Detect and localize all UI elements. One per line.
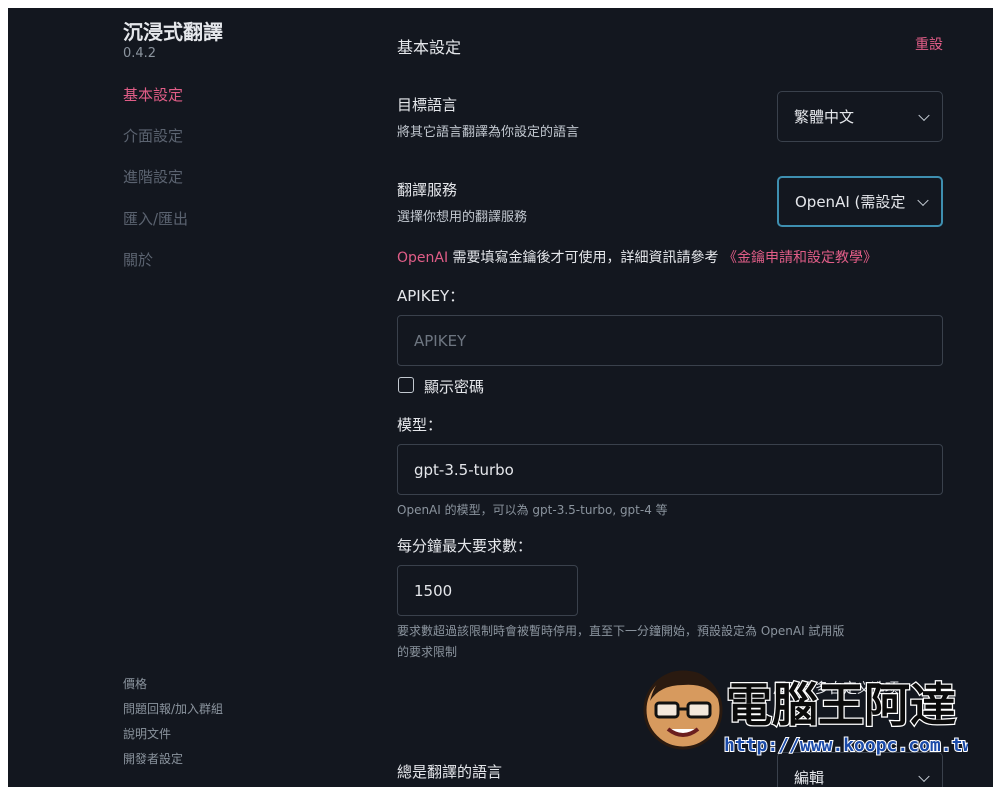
- footer-link-pricing[interactable]: 價格: [123, 675, 147, 692]
- watermark-url: http://www.koopc.com.tw: [724, 735, 968, 756]
- translation-service-select[interactable]: OpenAI (需設定: [777, 176, 943, 227]
- target-language-label: 目標語言: [397, 96, 458, 114]
- app-version: 0.4.2: [123, 46, 157, 61]
- model-input[interactable]: gpt-3.5-turbo: [397, 444, 943, 495]
- chevron-down-icon: [918, 770, 930, 782]
- target-language-desc: 將其它語言翻譯為你設定的語言: [397, 125, 580, 140]
- show-password-checkbox[interactable]: [398, 377, 414, 393]
- footer-link-feedback[interactable]: 問題回報/加入群組: [123, 700, 223, 717]
- watermark-logo: 電腦王阿達 http://www.koopc.com.tw: [643, 670, 968, 757]
- notice-brand: OpenAI: [397, 250, 449, 266]
- section-title: 基本設定: [397, 38, 462, 57]
- reset-button[interactable]: 重設: [915, 34, 943, 54]
- nav-basic-settings[interactable]: 基本設定: [123, 84, 183, 105]
- mascot-face-icon: [643, 670, 723, 750]
- nav-advanced-settings[interactable]: 進階設定: [123, 166, 183, 187]
- model-label: 模型：: [397, 416, 443, 434]
- rpm-hint-line2: 的要求限制: [397, 645, 458, 659]
- watermark-title: 電腦王阿達: [726, 678, 956, 732]
- footer-link-developer[interactable]: 開發者設定: [123, 750, 183, 767]
- apikey-label: APIKEY：: [397, 287, 465, 305]
- rpm-input[interactable]: 1500: [397, 565, 578, 616]
- key-tutorial-link[interactable]: 《金鑰申請和設定教學》: [723, 250, 877, 266]
- translation-service-value: OpenAI (需設定: [795, 193, 906, 211]
- nav-import-export[interactable]: 匯入/匯出: [123, 208, 188, 229]
- edit-button-label: 編輯: [794, 769, 825, 787]
- translation-service-desc: 選擇你想用的翻譯服務: [397, 210, 528, 225]
- show-password-label[interactable]: 顯示密碼: [424, 376, 484, 397]
- chevron-down-icon: [917, 194, 929, 206]
- rpm-hint-line1: 要求數超過該限制時會被暫時停用，直至下一分鐘開始，預設設定為 OpenAI 試用…: [397, 624, 845, 638]
- rpm-label: 每分鐘最大要求數：: [397, 537, 533, 555]
- nav-about[interactable]: 關於: [123, 249, 153, 270]
- apikey-input[interactable]: APIKEY: [397, 315, 943, 366]
- openai-key-notice: OpenAI 需要填寫金鑰後才可使用，詳細資訊請參考 《金鑰申請和設定教學》: [397, 247, 877, 267]
- settings-window: 沉浸式翻譯 0.4.2 基本設定 介面設定 進階設定 匯入/匯出 關於 價格 問…: [8, 8, 993, 787]
- footer-link-docs[interactable]: 說明文件: [123, 725, 171, 742]
- target-language-value: 繁體中文: [794, 108, 855, 126]
- notice-text: 需要填寫金鑰後才可使用，詳細資訊請參考: [448, 250, 724, 266]
- translation-service-label: 翻譯服務: [397, 181, 458, 199]
- chevron-down-icon: [918, 109, 930, 121]
- nav-interface-settings[interactable]: 介面設定: [123, 125, 183, 146]
- model-hint: OpenAI 的模型，可以為 gpt-3.5-turbo, gpt-4 等: [397, 503, 668, 517]
- always-translate-label: 總是翻譯的語言: [397, 763, 503, 781]
- app-title: 沉浸式翻譯: [123, 20, 223, 44]
- target-language-select[interactable]: 繁體中文: [777, 91, 943, 142]
